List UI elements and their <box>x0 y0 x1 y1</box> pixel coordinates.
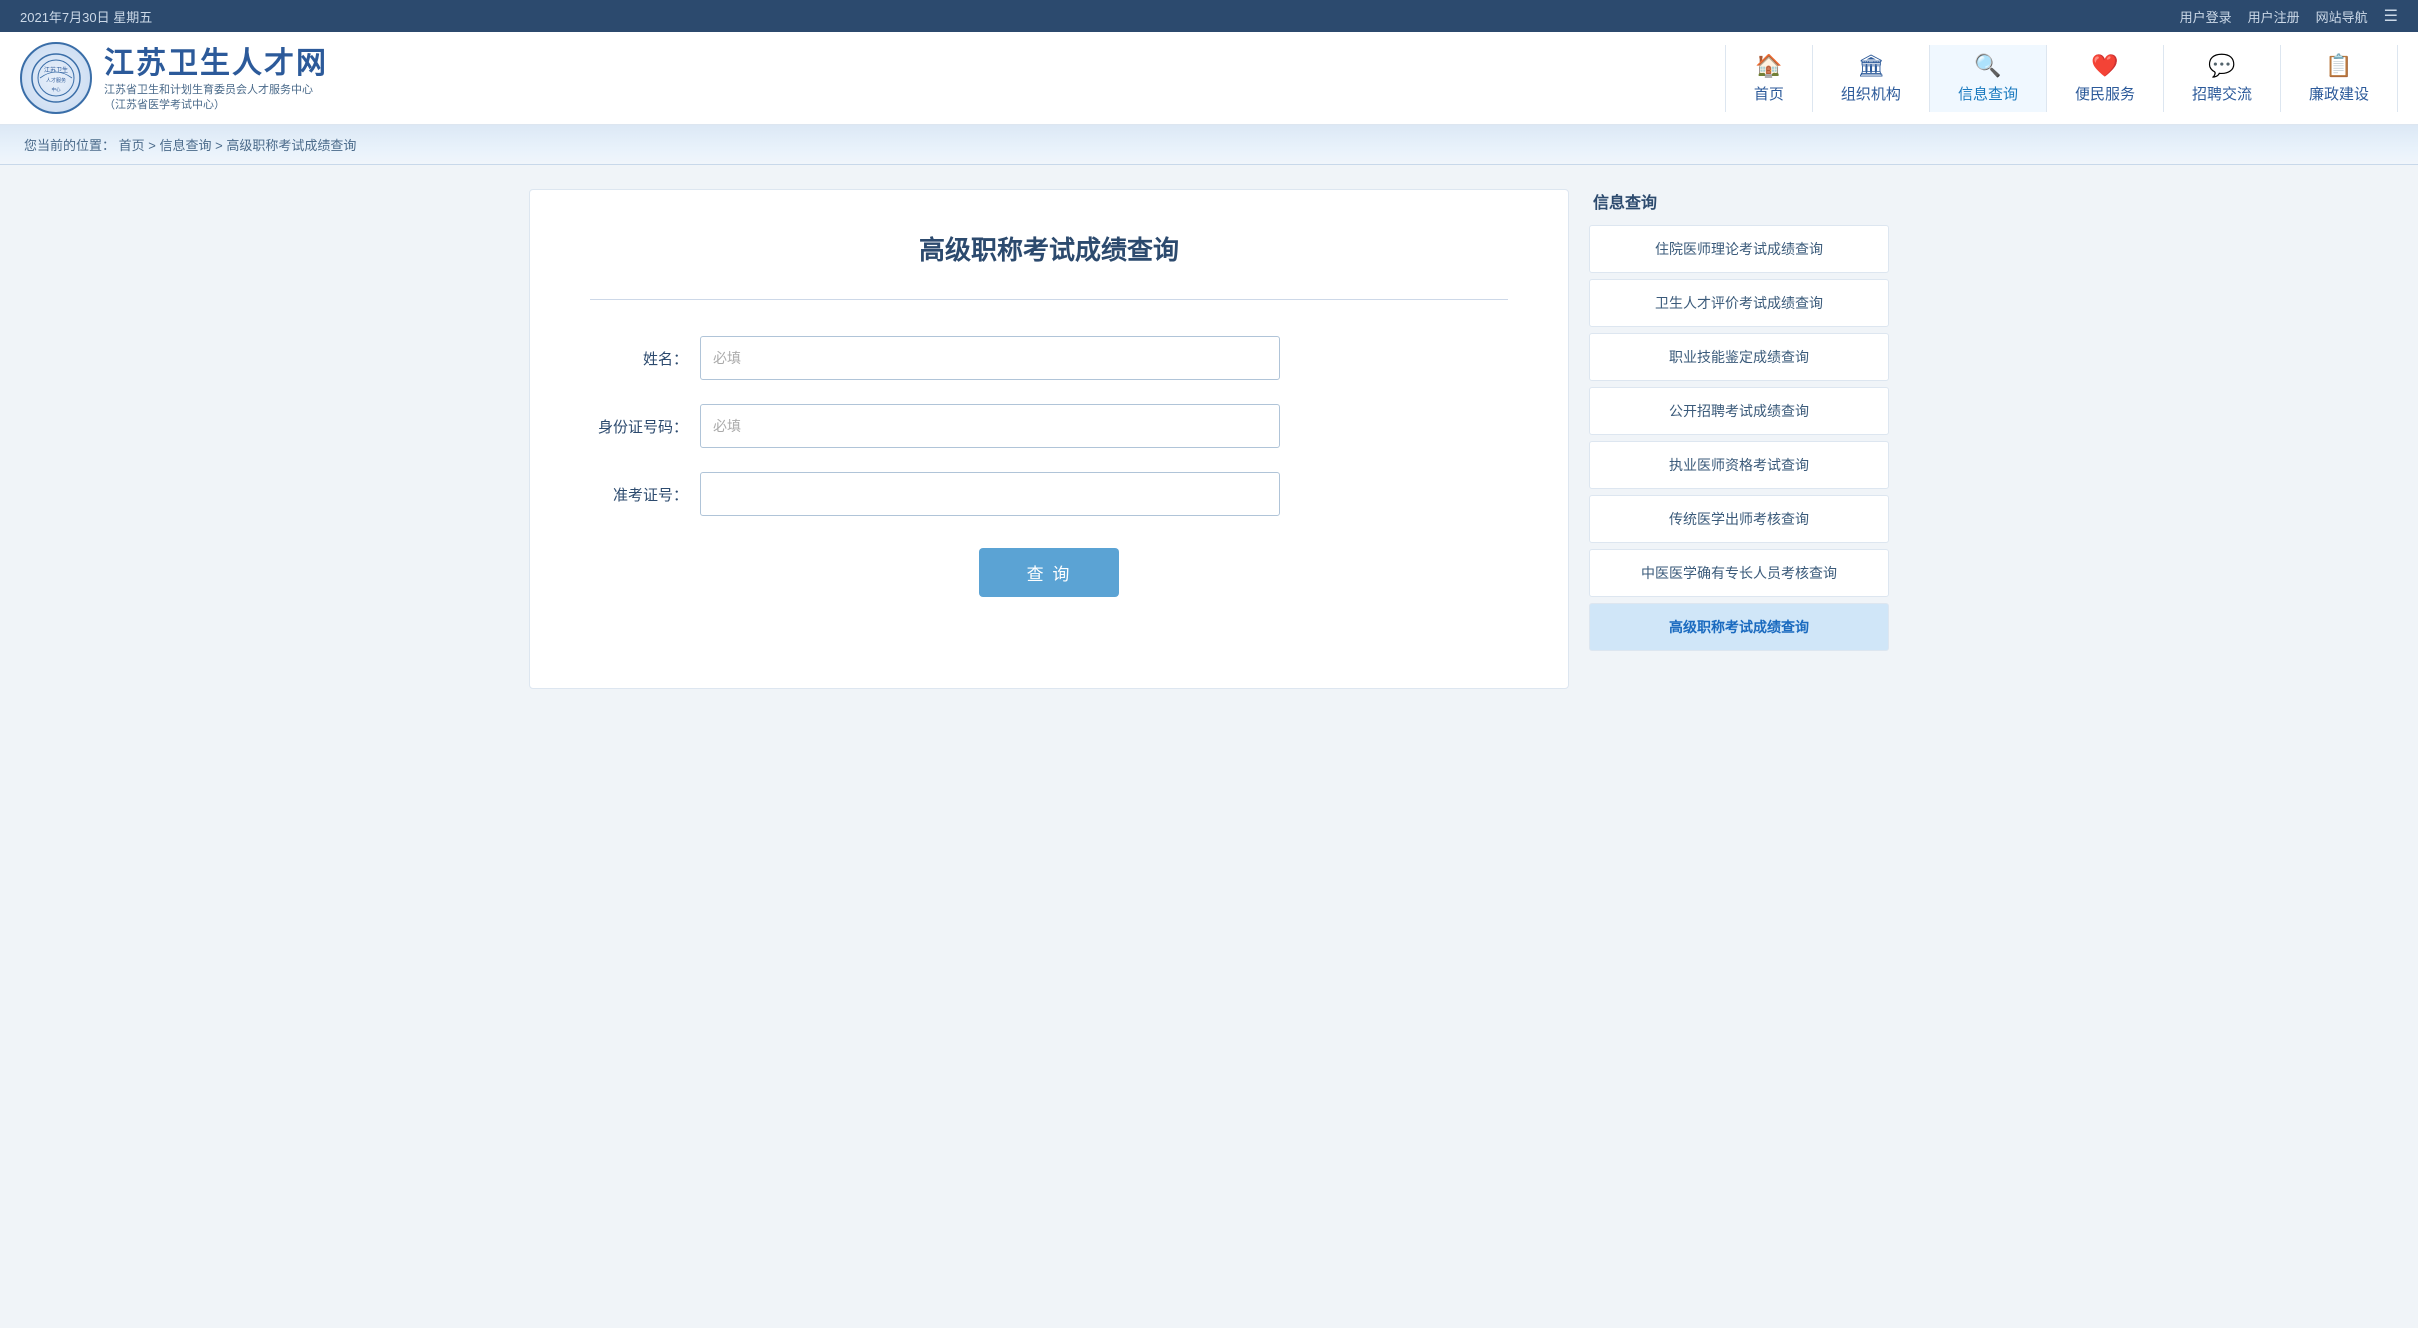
integrity-icon: 📋 <box>2325 53 2352 79</box>
sidebar-item-traditional[interactable]: 传统医学出师考核查询 <box>1589 495 1889 543</box>
id-input[interactable] <box>700 404 1280 448</box>
breadcrumb-info[interactable]: 信息查询 <box>160 138 212 153</box>
nav-item-org[interactable]: 🏛 组织机构 <box>1813 45 1930 112</box>
top-bar-right: 用户登录 用户注册 网站导航 ☰ <box>2180 6 2398 26</box>
logo-emblem: 江苏卫生 人才服务 中心 <box>20 42 92 114</box>
login-link[interactable]: 用户登录 <box>2180 7 2232 26</box>
nav-item-service[interactable]: ❤️ 便民服务 <box>2047 45 2164 112</box>
date-display: 2021年7月30日 星期五 <box>20 7 152 26</box>
nav-label-recruit: 招聘交流 <box>2192 83 2252 104</box>
sidebar-item-vocational[interactable]: 职业技能鉴定成绩查询 <box>1589 333 1889 381</box>
divider <box>590 299 1508 300</box>
name-form-group: 姓名： <box>590 336 1508 380</box>
top-bar: 2021年7月30日 星期五 用户登录 用户注册 网站导航 ☰ <box>0 0 2418 32</box>
breadcrumb: 您当前的位置： 首页 > 信息查询 > 高级职称考试成绩查询 <box>0 125 2418 165</box>
main-nav: 🏠 首页 🏛 组织机构 🔍 信息查询 ❤️ 便民服务 💬 招聘交流 📋 廉政建设 <box>328 45 2398 112</box>
breadcrumb-home[interactable]: 首页 <box>119 138 145 153</box>
sidebar-item-resident[interactable]: 住院医师理论考试成绩查询 <box>1589 225 1889 273</box>
site-name: 江苏卫生人才网 <box>104 44 328 83</box>
nav-label-org: 组织机构 <box>1841 83 1901 104</box>
sidebar-title: 信息查询 <box>1589 189 1889 213</box>
exam-input[interactable] <box>700 472 1280 516</box>
recruit-icon: 💬 <box>2208 53 2235 79</box>
page-title: 高级职称考试成绩查询 <box>590 230 1508 267</box>
exam-form-group: 准考证号： <box>590 472 1508 516</box>
nav-item-info[interactable]: 🔍 信息查询 <box>1930 45 2047 112</box>
sidebar-item-physician[interactable]: 执业医师资格考试查询 <box>1589 441 1889 489</box>
id-label: 身份证号码： <box>590 416 700 437</box>
info-icon: 🔍 <box>1974 53 2001 79</box>
sidebar-item-health-talent[interactable]: 卫生人才评价考试成绩查询 <box>1589 279 1889 327</box>
logo-text-block: 江苏卫生人才网 江苏省卫生和计划生育委员会人才服务中心 （江苏省医学考试中心） <box>104 44 328 112</box>
service-icon: ❤️ <box>2091 53 2118 79</box>
sidebar: 信息查询 住院医师理论考试成绩查询 卫生人才评价考试成绩查询 职业技能鉴定成绩查… <box>1589 189 1889 689</box>
sidebar-item-open-recruit[interactable]: 公开招聘考试成绩查询 <box>1589 387 1889 435</box>
org-icon: 🏛 <box>1857 53 1885 79</box>
home-icon: 🏠 <box>1755 53 1782 79</box>
nav-item-home[interactable]: 🏠 首页 <box>1725 45 1813 112</box>
query-button[interactable]: 查 询 <box>979 548 1120 597</box>
nav-label-home: 首页 <box>1754 83 1784 104</box>
nav-item-recruit[interactable]: 💬 招聘交流 <box>2164 45 2281 112</box>
breadcrumb-current: 高级职称考试成绩查询 <box>226 138 356 153</box>
nav-label-service: 便民服务 <box>2075 83 2135 104</box>
main-layout: 高级职称考试成绩查询 姓名： 身份证号码： 准考证号： 查 询 信息查询 住院医… <box>509 165 1909 713</box>
logo-area: 江苏卫生 人才服务 中心 江苏卫生人才网 江苏省卫生和计划生育委员会人才服务中心… <box>20 42 328 114</box>
register-link[interactable]: 用户注册 <box>2248 7 2300 26</box>
subtitle2: （江苏省医学考试中心） <box>104 98 328 112</box>
nav-label-integrity: 廉政建设 <box>2309 83 2369 104</box>
svg-text:人才服务: 人才服务 <box>46 77 66 84</box>
id-form-group: 身份证号码： <box>590 404 1508 448</box>
exam-label: 准考证号： <box>590 484 700 505</box>
sidebar-item-tcm[interactable]: 中医医学确有专长人员考核查询 <box>1589 549 1889 597</box>
svg-text:中心: 中心 <box>52 86 61 93</box>
svg-text:江苏卫生: 江苏卫生 <box>44 66 68 74</box>
site-header: 江苏卫生 人才服务 中心 江苏卫生人才网 江苏省卫生和计划生育委员会人才服务中心… <box>0 32 2418 125</box>
site-nav-link[interactable]: 网站导航 <box>2316 7 2368 26</box>
name-input[interactable] <box>700 336 1280 380</box>
logo-svg: 江苏卫生 人才服务 中心 <box>30 52 82 104</box>
content-area: 高级职称考试成绩查询 姓名： 身份证号码： 准考证号： 查 询 <box>529 189 1569 689</box>
name-label: 姓名： <box>590 348 700 369</box>
breadcrumb-prefix: 您当前的位置： <box>24 138 115 153</box>
menu-icon[interactable]: ☰ <box>2384 6 2398 26</box>
sidebar-item-senior[interactable]: 高级职称考试成绩查询 <box>1589 603 1889 651</box>
nav-item-integrity[interactable]: 📋 廉政建设 <box>2281 45 2398 112</box>
subtitle1: 江苏省卫生和计划生育委员会人才服务中心 <box>104 83 328 97</box>
nav-label-info: 信息查询 <box>1958 83 2018 104</box>
